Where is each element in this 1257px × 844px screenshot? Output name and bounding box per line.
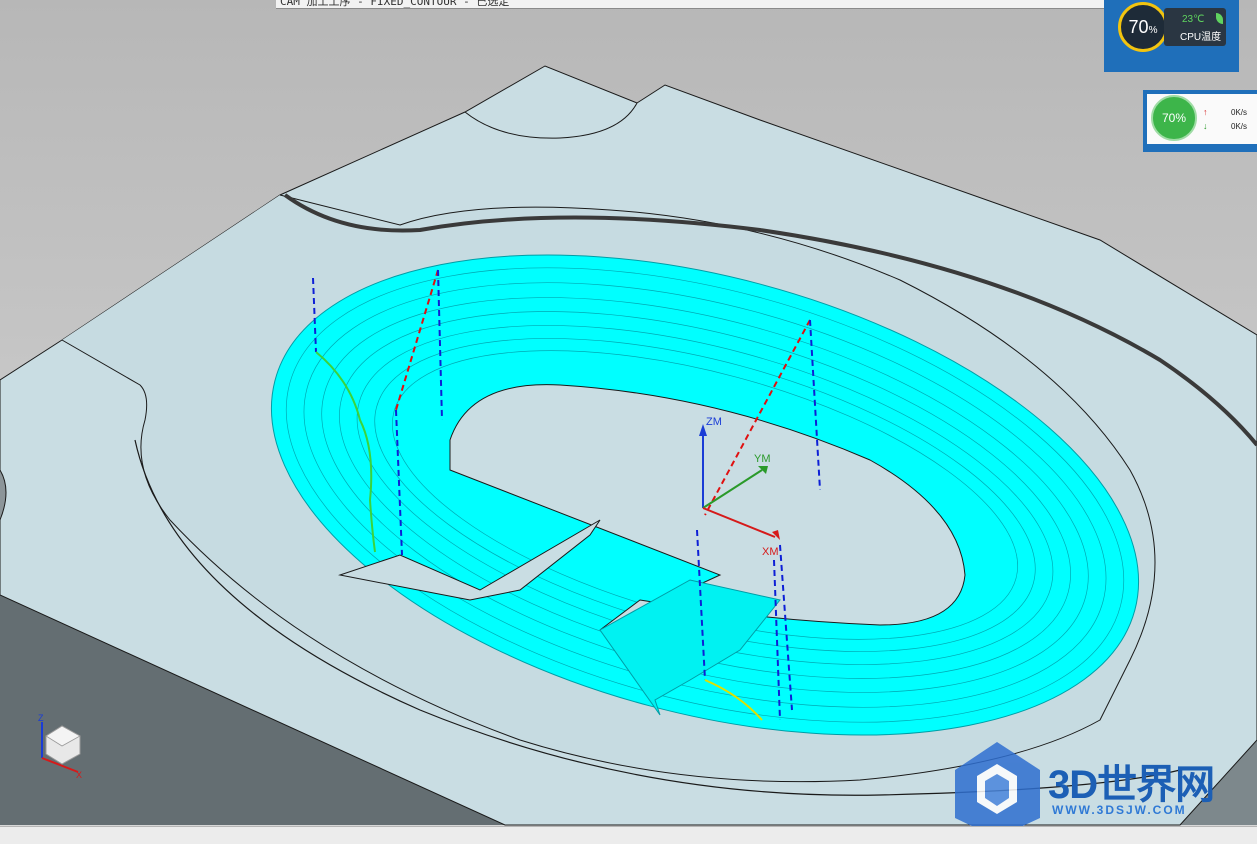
- watermark-url: WWW.3DSJW.COM: [1052, 803, 1187, 817]
- watermark-text: 3D世界网: [1048, 763, 1215, 807]
- triad-x-label: X: [76, 770, 82, 780]
- download-arrow-icon: ↓: [1203, 121, 1208, 131]
- window-title: CAM 加工工序 - FIXED_CONTOUR - 已选定: [280, 0, 510, 8]
- axis-x-label: XM: [762, 546, 779, 558]
- memory-usage-gauge: 70%: [1151, 95, 1197, 141]
- cpu-usage-value: 70: [1128, 17, 1149, 37]
- graphics-viewport[interactable]: ZM YM XM Z X: [0, 0, 1257, 843]
- cpu-temperature: 23℃: [1182, 14, 1205, 25]
- cpu-monitor-widget[interactable]: 70% 23℃ CPU温度: [1104, 0, 1239, 72]
- cpu-temp-panel: 23℃ CPU温度: [1164, 8, 1226, 46]
- cpu-usage-unit: %: [1148, 25, 1158, 36]
- leaf-icon: [1216, 13, 1223, 24]
- upload-speed: 0K/s: [1231, 108, 1248, 117]
- triad-z-label: Z: [38, 713, 44, 723]
- download-speed: 0K/s: [1231, 122, 1248, 131]
- axis-z-label: ZM: [706, 416, 722, 428]
- cpu-usage-gauge: 70%: [1118, 2, 1168, 52]
- window-title-bar: CAM 加工工序 - FIXED_CONTOUR - 已选定: [276, 0, 1122, 9]
- upload-arrow-icon: ↑: [1203, 107, 1208, 117]
- cpu-temperature-label: CPU温度: [1180, 32, 1222, 43]
- network-panel: 70% ↑ ↓ 0K/s 0K/s: [1147, 94, 1257, 144]
- axis-y-label: YM: [754, 453, 771, 465]
- network-monitor-widget[interactable]: 70% ↑ ↓ 0K/s 0K/s: [1143, 90, 1257, 152]
- status-bar: [0, 826, 1257, 844]
